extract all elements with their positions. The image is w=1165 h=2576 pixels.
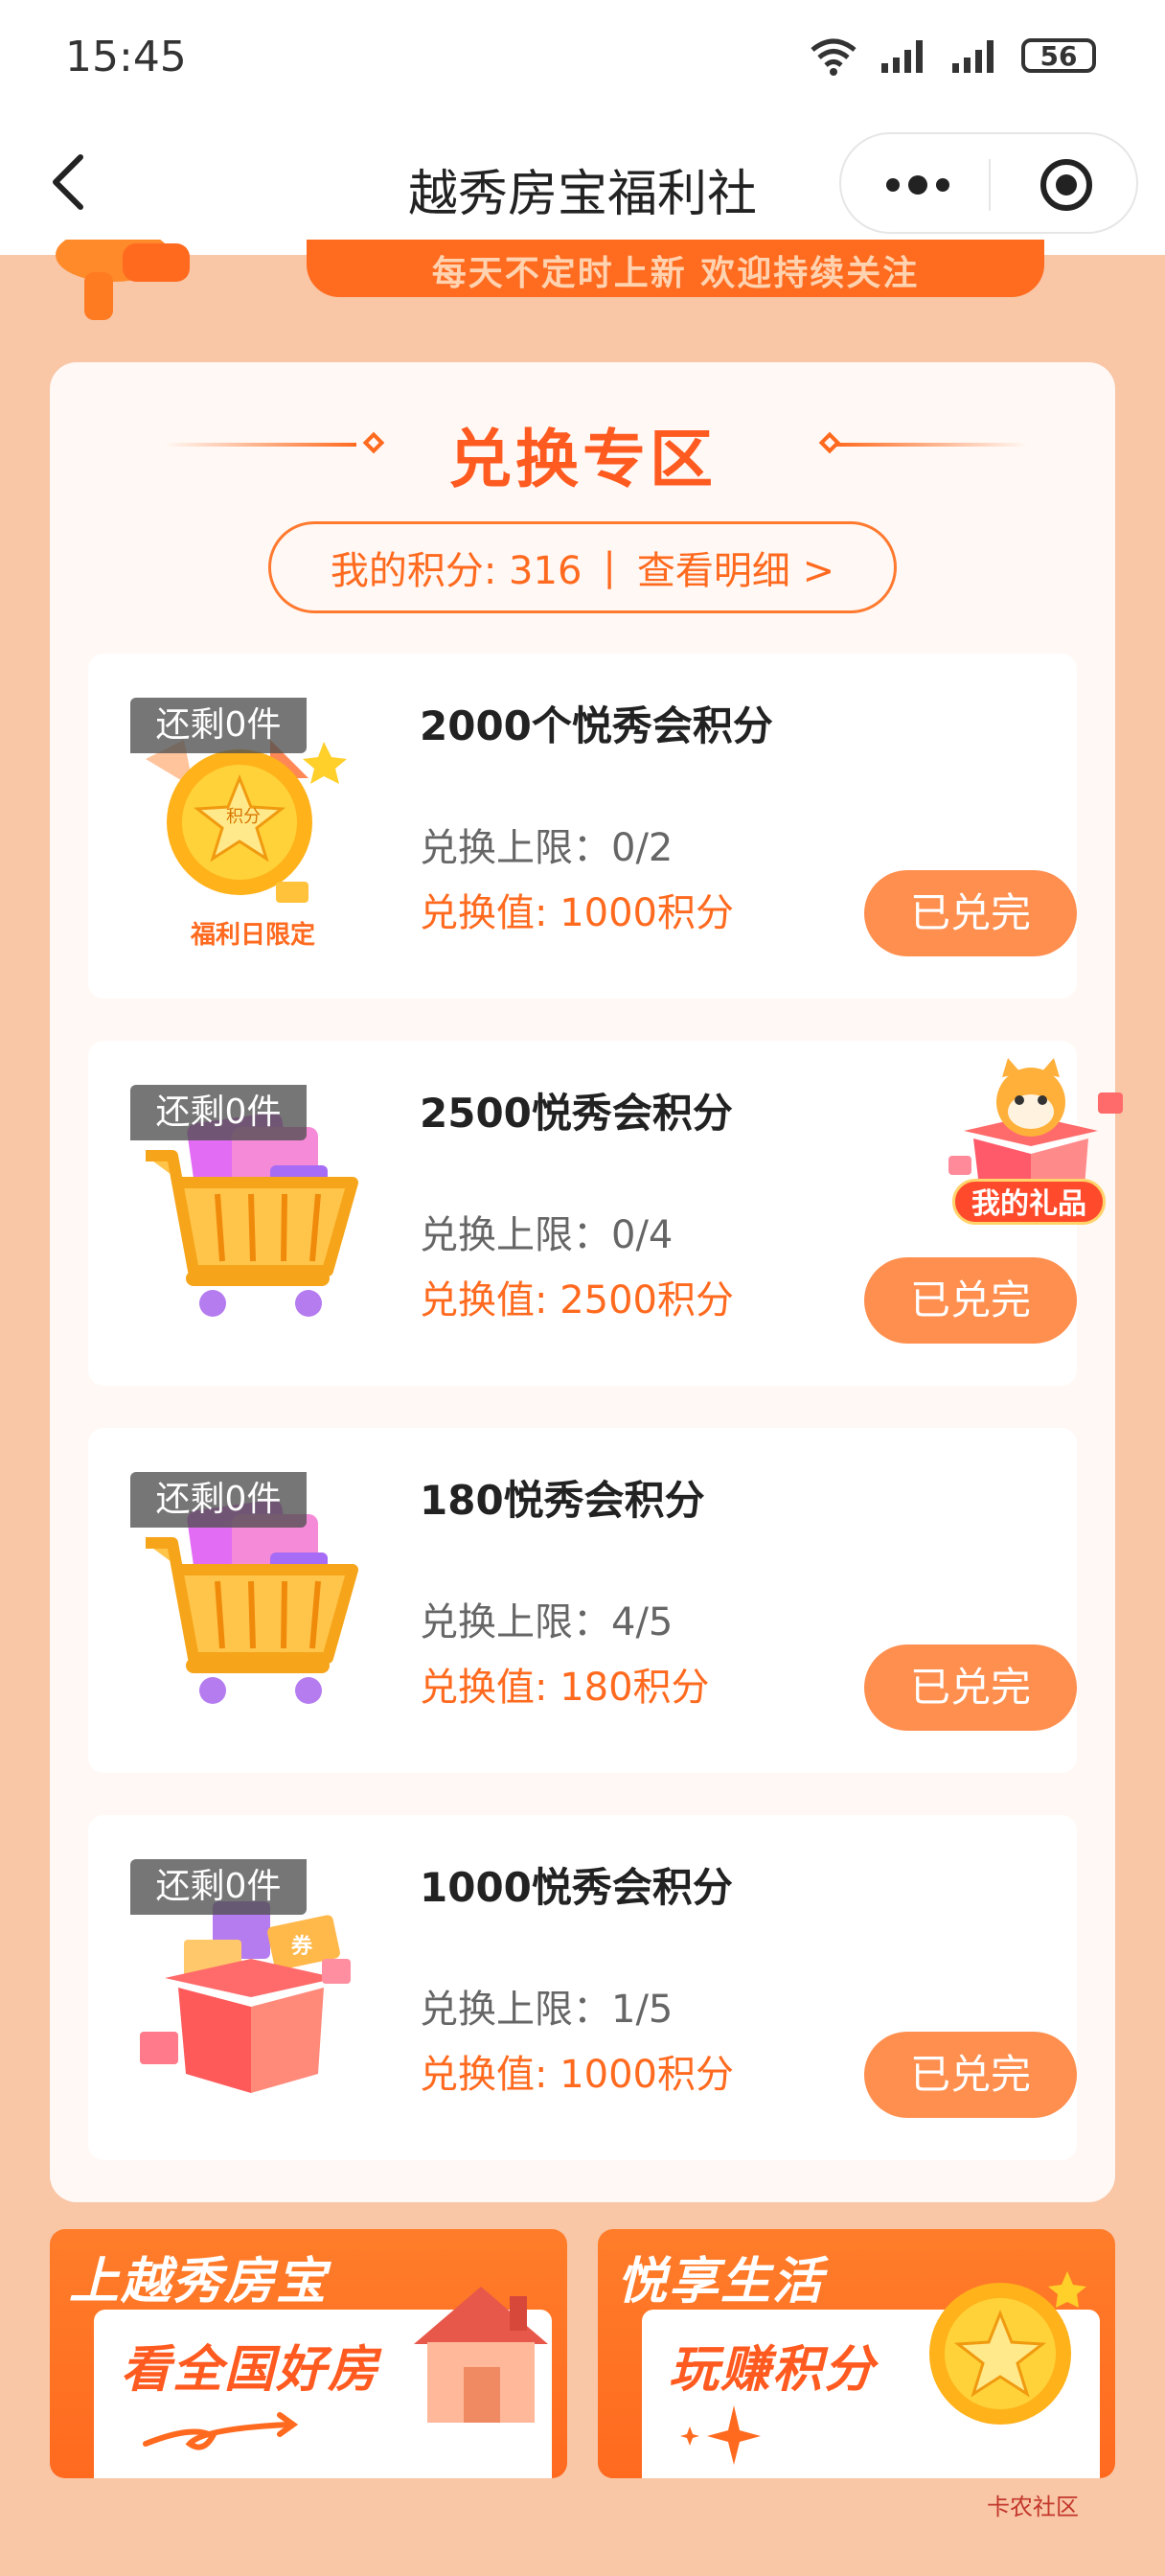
stock-badge: 还剩0件 xyxy=(130,1859,307,1915)
exchange-limit: 兑换上限：4/5 xyxy=(420,1600,674,1644)
status-icons: 56 xyxy=(807,34,1096,77)
house-icon xyxy=(414,2287,548,2423)
sold-out-button[interactable]: 已兑完 xyxy=(864,870,1077,956)
promo-title: 上越秀房宝 xyxy=(69,2253,329,2311)
promo-subtitle: 玩赚积分 xyxy=(669,2341,877,2399)
exchange-item-card: 还剩0件 180悦秀会积分 兑换上限：4/5 兑换值: 180积分 已兑完 xyxy=(88,1428,1077,1773)
promo-title: 悦享生活 xyxy=(617,2253,825,2311)
exchange-item-card: 还剩0件 积分 福利日限定 2000个悦秀会积分 兑换上限：0/2 兑换值: 1… xyxy=(88,654,1077,999)
item-name: 1000悦秀会积分 xyxy=(420,1864,733,1911)
status-time: 15:45 xyxy=(65,33,187,81)
close-mini-program-icon[interactable] xyxy=(1039,157,1094,213)
signal-icon xyxy=(952,40,994,73)
exchange-item-card: 还剩0件 2500悦秀会积分 兑换上限：0/4 兑换值: 2500积分 已兑完 xyxy=(88,1041,1077,1386)
exchange-value: 兑换值: 2500积分 xyxy=(420,1278,734,1322)
sparkle-icon xyxy=(680,2405,761,2465)
swoosh-arrow-icon xyxy=(143,2412,299,2450)
item-name: 2000个悦秀会积分 xyxy=(420,702,773,749)
promo-subtitle: 看全国好房 xyxy=(121,2341,380,2399)
item-name: 2500悦秀会积分 xyxy=(420,1090,733,1137)
exchange-limit: 兑换上限：1/5 xyxy=(420,1988,674,2032)
my-gifts-label: 我的礼品 xyxy=(952,1179,1106,1225)
stock-badge: 还剩0件 xyxy=(130,698,307,753)
promo-banner-house[interactable]: 上越秀房宝 看全国好房 xyxy=(50,2229,567,2478)
wifi-icon xyxy=(811,38,857,76)
exchange-value: 兑换值: 1000积分 xyxy=(420,2053,734,2097)
my-gifts-float-button[interactable]: 我的礼品 xyxy=(935,1054,1136,1236)
item-name: 180悦秀会积分 xyxy=(420,1477,705,1524)
view-details-link[interactable]: 查看明细 > xyxy=(637,540,834,595)
capsule-divider xyxy=(989,159,991,211)
promo-banner-points[interactable]: 悦享生活 玩赚积分 xyxy=(598,2229,1115,2478)
exchange-value: 兑换值: 1000积分 xyxy=(420,891,734,935)
signal-icon xyxy=(881,40,923,73)
watermark: 卡农社区 xyxy=(987,2494,1079,2520)
stock-badge: 还剩0件 xyxy=(130,1472,307,1528)
stock-badge: 还剩0件 xyxy=(130,1085,307,1140)
title-decoration-line xyxy=(835,443,1027,447)
megaphone-icon xyxy=(56,240,190,320)
banner-text: 每天不定时上新 欢迎持续关注 xyxy=(431,254,920,293)
status-bar: 15:45 56 xyxy=(0,0,1165,115)
sold-out-button[interactable]: 已兑完 xyxy=(864,2032,1077,2118)
battery-indicator: 56 xyxy=(1021,38,1096,73)
exchange-item-card: 还剩0件 券 1000悦秀会积分 兑换上限：1/5 兑换值: 1000积分 已兑… xyxy=(88,1815,1077,2160)
exchange-value: 兑换值: 180积分 xyxy=(420,1666,710,1710)
section-title: 兑换专区 xyxy=(448,423,717,496)
coupon-label: 券 xyxy=(290,1934,313,1959)
coin-icon xyxy=(929,2271,1086,2425)
exchange-limit: 兑换上限：0/4 xyxy=(420,1213,674,1257)
coin-label: 积分 xyxy=(226,807,261,827)
sold-out-button[interactable]: 已兑完 xyxy=(864,1644,1077,1731)
gift-mascot-icon xyxy=(948,1058,1123,1198)
nav-bar: 越秀房宝福利社 xyxy=(0,115,1165,255)
mini-program-capsule xyxy=(839,132,1138,234)
exchange-limit: 兑换上限：0/2 xyxy=(420,826,674,870)
my-points: 我的积分: 316 xyxy=(330,549,582,593)
more-options-icon[interactable] xyxy=(879,159,956,211)
points-pill: 我的积分: 316 | 查看明细 > xyxy=(268,521,897,613)
exchange-panel: 兑换专区 我的积分: 316 | 查看明细 > 还剩0件 积分 福利日限定 20… xyxy=(50,362,1115,2202)
thumb-label: 福利日限定 xyxy=(190,920,315,950)
points-separator: | xyxy=(603,545,616,589)
sold-out-button[interactable]: 已兑完 xyxy=(864,1257,1077,1344)
announcement-banner: 每天不定时上新 欢迎持续关注 xyxy=(307,240,1044,297)
